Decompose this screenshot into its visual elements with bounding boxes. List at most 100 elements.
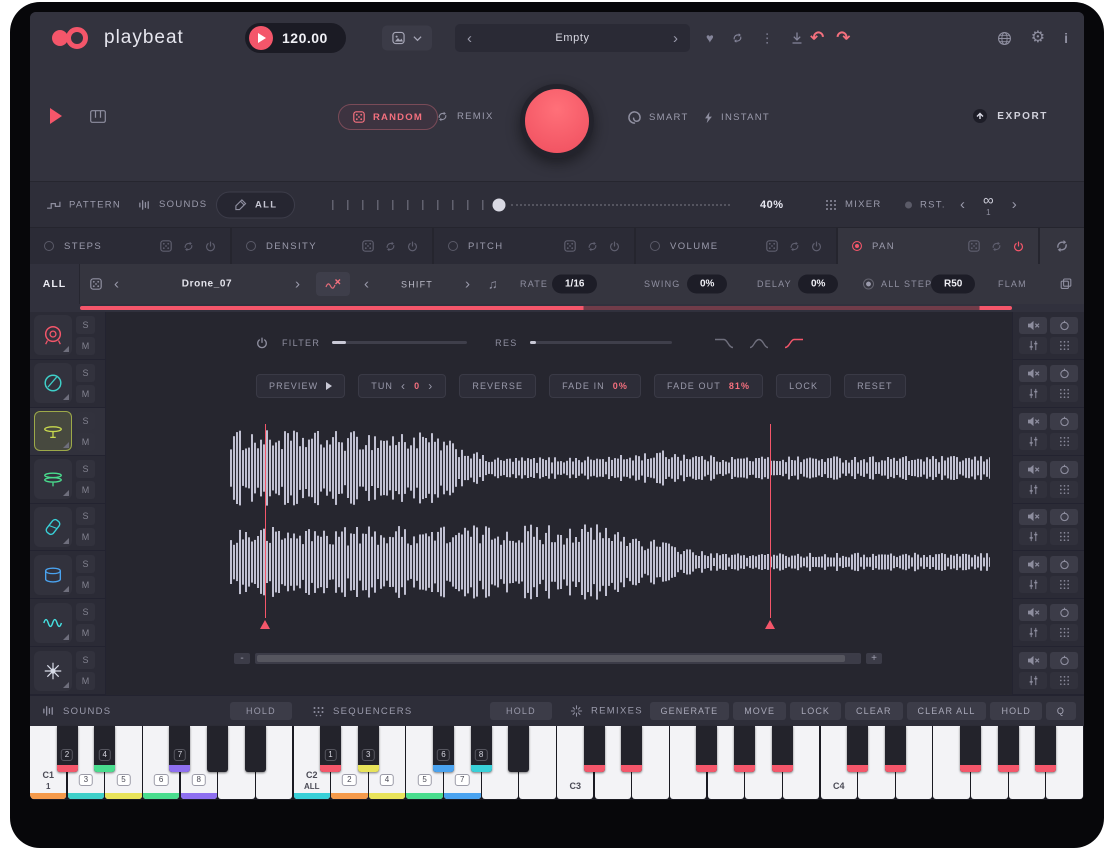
play-icon[interactable] [249,26,273,50]
sample-slot-shaker[interactable]: SM [30,504,105,552]
key-Cs1[interactable]: 2 [57,726,78,772]
swing-value[interactable]: 0% [687,275,727,294]
tab-radio[interactable] [448,241,458,251]
bottom-button-clear-all[interactable]: CLEAR ALL [907,702,987,720]
power-icon[interactable] [609,241,620,252]
sample-slot-crash[interactable]: SM [30,647,105,695]
channel-fader-icon[interactable] [1019,337,1047,354]
bottom-button-lock[interactable]: LOCK [790,702,841,720]
reload-icon[interactable] [731,33,744,44]
key-As4[interactable] [1035,726,1056,772]
reverse-button[interactable]: REVERSE [459,374,536,398]
mute-button[interactable]: M [76,433,95,451]
favorite-heart-icon[interactable]: ♥ [706,32,714,45]
notes-icon[interactable]: ♫ [488,277,498,292]
channel-mute-icon[interactable] [1019,317,1047,334]
main-trigger-button[interactable] [520,84,594,158]
settings-gear-icon[interactable]: ⚙ [1031,30,1045,46]
draw-all-button[interactable]: ALL [216,191,295,218]
fade-out-control[interactable]: FADE OUT 81% [654,374,763,398]
loop-icon[interactable] [990,241,1003,252]
channel-grid-icon[interactable] [1050,337,1078,354]
zoom-out-button[interactable]: - [234,653,250,664]
channel-mute-icon[interactable] [1019,365,1047,382]
sample-slot-snare[interactable]: SM [30,360,105,408]
bottom-button-hold[interactable]: HOLD [990,702,1041,720]
mixer-toggle[interactable]: MIXER [825,199,882,211]
channel-mute-icon[interactable] [1019,652,1047,669]
channel-mute-icon[interactable] [1019,461,1047,478]
prev-preset-icon[interactable]: ‹ [467,31,472,46]
sample-start-marker[interactable] [265,424,267,618]
key-Cs4[interactable] [847,726,868,772]
bpm-control[interactable]: 120.00 [245,23,346,53]
next-pattern-icon[interactable]: › [1012,197,1017,212]
delay-value[interactable]: 0% [798,275,838,294]
sequencers-hold-button[interactable]: HOLD [490,702,552,720]
reset-button[interactable]: RESET [844,374,906,398]
key-Fs3[interactable] [696,726,717,772]
scrollbar-thumb[interactable] [257,655,845,662]
sounds-toggle[interactable]: SOUNDS [138,199,207,211]
kebab-menu-icon[interactable]: ⋮ [761,32,774,45]
sample-pad[interactable] [34,651,72,691]
preview-button[interactable]: PREVIEW [256,374,345,398]
next-sample-icon[interactable]: › [295,277,300,292]
dice-icon[interactable] [564,240,576,252]
channel-grid-icon[interactable] [1050,672,1078,689]
channel-grid-icon[interactable] [1050,385,1078,402]
random-mode-button[interactable]: RANDOM [338,104,438,130]
channel-mute-icon[interactable] [1019,509,1047,526]
bottom-button-clear[interactable]: CLEAR [845,702,903,720]
all-steps-value[interactable]: R50 [931,275,975,294]
channel-knob-icon[interactable] [1050,365,1078,382]
channel-grid-icon[interactable] [1050,433,1078,450]
key-Ds3[interactable] [621,726,642,772]
tune-up-icon[interactable]: › [428,379,433,393]
pad-volume-handle[interactable] [63,490,69,496]
lowpass-filter-icon[interactable] [714,336,734,349]
zoom-in-button[interactable]: + [866,653,882,664]
undo-icon[interactable]: ↶ [810,28,824,48]
key-Ds1[interactable]: 4 [94,726,115,772]
key-Fs1[interactable]: 7 [169,726,190,772]
channel-knob-icon[interactable] [1050,413,1078,430]
smart-mode-button[interactable]: SMART [628,111,689,124]
copy-icon[interactable] [1060,278,1072,290]
key-Gs1[interactable] [207,726,228,772]
solo-button[interactable]: S [76,364,95,382]
sample-name[interactable]: Drone_07 [182,279,232,290]
channel-knob-icon[interactable] [1050,604,1078,621]
sample-slot-tom[interactable]: SM [30,551,105,599]
sample-pad[interactable] [34,459,72,499]
scrollbar-track[interactable] [255,653,861,664]
filter-power-icon[interactable] [256,337,268,349]
key-Cs2[interactable]: 1 [320,726,341,772]
loop-icon[interactable] [586,241,599,252]
pad-volume-handle[interactable] [63,538,69,544]
pad-volume-handle[interactable] [63,442,69,448]
prev-sample-icon[interactable]: ‹ [114,277,119,292]
export-button[interactable]: EXPORT [972,108,1048,124]
mute-button[interactable]: M [76,385,95,403]
key-Ds4[interactable] [885,726,906,772]
tab-volume[interactable]: VOLUME [636,228,836,264]
highpass-filter-icon[interactable] [784,336,804,349]
pad-volume-handle[interactable] [63,346,69,352]
pad-volume-handle[interactable] [63,634,69,640]
mute-button[interactable]: M [76,528,95,546]
preset-name[interactable]: Empty [555,32,589,44]
mute-button[interactable]: M [76,481,95,499]
channel-grid-icon[interactable] [1050,528,1078,545]
key-Gs3[interactable] [734,726,755,772]
channel-mute-icon[interactable] [1019,604,1047,621]
channel-grid-icon[interactable] [1050,624,1078,641]
solo-button[interactable]: S [76,412,95,430]
sample-pad[interactable] [34,411,72,451]
mute-button[interactable]: M [76,624,95,642]
channel-fader-icon[interactable] [1019,528,1047,545]
bottom-button-generate[interactable]: GENERATE [650,702,730,720]
all-steps-radio[interactable] [863,279,874,290]
dice-icon[interactable] [766,240,778,252]
sample-end-marker[interactable] [770,424,772,618]
